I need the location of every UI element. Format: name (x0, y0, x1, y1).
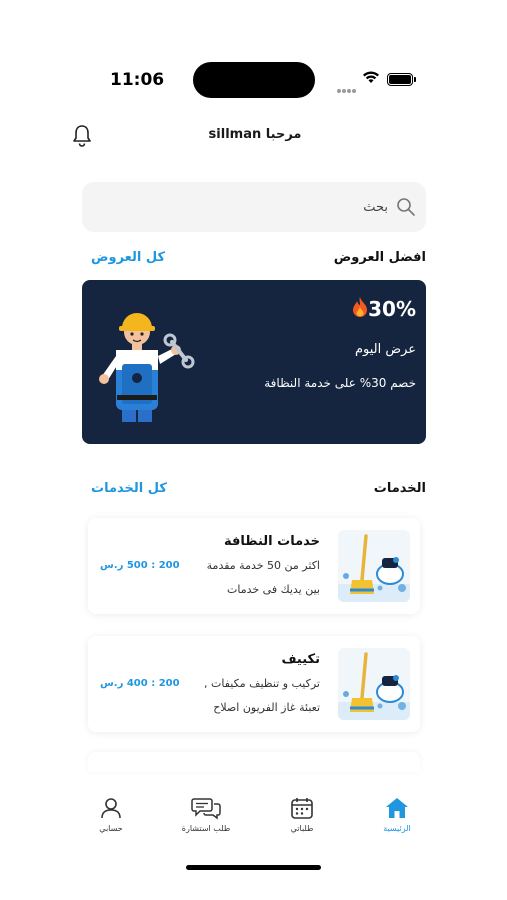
services-section-title: الخدمات (373, 481, 426, 496)
fire-icon (353, 297, 367, 317)
user-icon (101, 798, 121, 819)
nav-home-label: الرئيسية (383, 824, 411, 833)
offer-description: خصم 30% على خدمة النظافة (264, 376, 416, 390)
status-bar: 11:06 (0, 60, 507, 100)
worker-illustration (99, 313, 195, 422)
service-title: خدمات النظافة (224, 534, 320, 549)
bell-icon[interactable] (71, 124, 93, 148)
home-icon (386, 798, 408, 818)
search-icon (397, 198, 415, 216)
nav-home[interactable]: الرئيسية (357, 796, 437, 833)
cleaning-icon (338, 648, 410, 720)
service-card-partial[interactable] (88, 752, 420, 772)
nav-consultation-label: طلب استشارة (181, 824, 231, 833)
all-offers-link[interactable]: كل العروض (91, 250, 165, 265)
service-description: تركيب و تنظيف مكيفات , (204, 677, 320, 690)
search-input[interactable] (138, 196, 388, 218)
offers-section-title: افضل العروض (333, 250, 426, 265)
signal-icon (337, 78, 357, 93)
offer-banner[interactable]: 30% عرض اليوم خصم 30% على خدمة النظافة (82, 280, 426, 444)
service-title: تكييف (281, 652, 320, 667)
bottom-nav: الرئيسية طلباتي طلب استشارة حسابي (0, 780, 507, 860)
service-price: 200 : 500 ر.س (100, 560, 180, 571)
all-services-link[interactable]: كل الخدمات (91, 481, 167, 496)
dynamic-island (193, 62, 315, 98)
battery-icon (387, 73, 416, 86)
service-card-ac[interactable]: تكييف تركيب و تنظيف مكيفات , تعبئة غاز ا… (88, 636, 420, 732)
service-description-line2: بين يديك فى خدمات (226, 583, 320, 596)
nav-account-label: حسابي (99, 824, 123, 833)
nav-orders[interactable]: طلباتي (262, 796, 342, 833)
status-time: 11:06 (110, 70, 165, 90)
nav-orders-label: طلباتي (290, 824, 314, 833)
greeting-text: مرحبا sillman (208, 127, 302, 142)
chat-icon (191, 798, 221, 820)
offer-subtitle: عرض اليوم (354, 342, 416, 357)
search-bar[interactable] (82, 182, 426, 232)
service-card-cleaning[interactable]: خدمات النظافة اكثر من 50 خدمة مقدمة بين … (88, 518, 420, 614)
home-indicator[interactable] (186, 865, 321, 870)
nav-account[interactable]: حسابي (71, 796, 151, 833)
service-description: اكثر من 50 خدمة مقدمة (206, 559, 320, 572)
service-price: 200 : 400 ر.س (100, 678, 180, 689)
nav-consultation[interactable]: طلب استشارة (166, 796, 246, 833)
calendar-icon (291, 798, 313, 819)
cleaning-icon (338, 530, 410, 602)
service-description-line2: تعبئة غاز الفريون اصلاح (213, 701, 320, 714)
wifi-icon (363, 71, 379, 83)
offer-percent: 30% (368, 297, 416, 321)
